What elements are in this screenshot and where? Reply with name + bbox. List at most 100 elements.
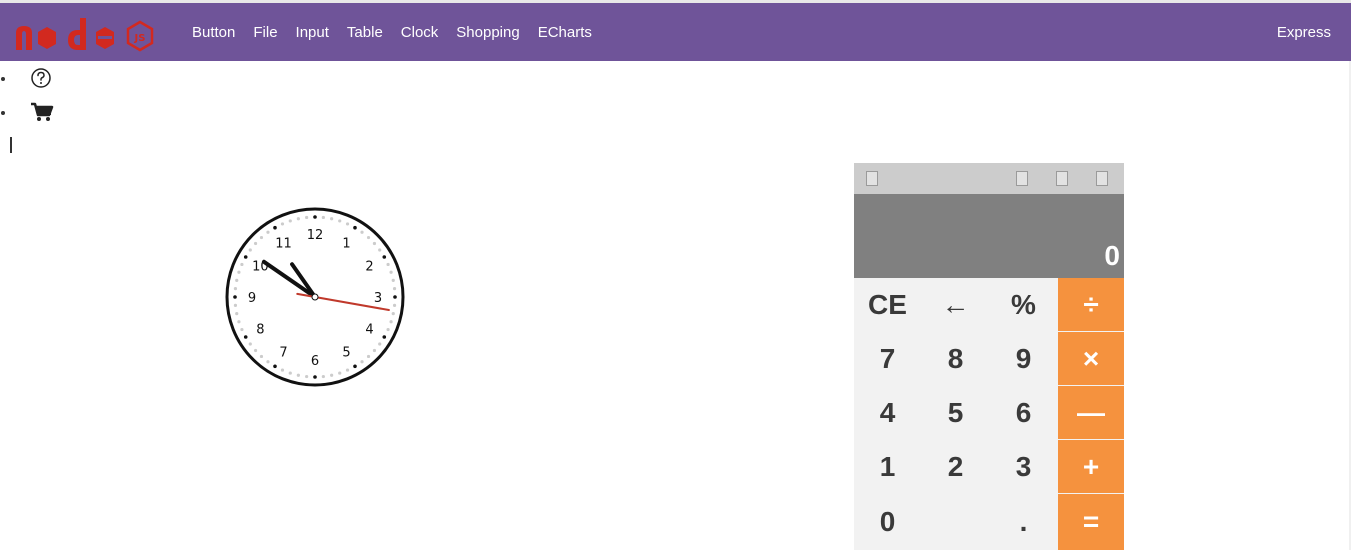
nav-link-table[interactable]: Table — [347, 24, 383, 41]
blank-key — [922, 494, 989, 550]
minute-tick — [386, 327, 390, 332]
multiply-button[interactable]: × — [1058, 332, 1124, 385]
digit-0-button[interactable]: 0 — [854, 494, 921, 550]
subtract-button[interactable]: — — [1058, 386, 1124, 439]
calculator-titlebar — [854, 163, 1124, 194]
clock-number: 6 — [311, 354, 319, 369]
bullet — [1, 111, 5, 115]
close-icon[interactable] — [1096, 171, 1108, 186]
hour-tick — [243, 335, 248, 339]
digit-3-button[interactable]: 3 — [990, 440, 1057, 493]
minute-tick — [235, 278, 239, 282]
minute-tick — [253, 241, 258, 246]
minute-tick — [248, 248, 252, 252]
minute-tick — [305, 374, 309, 379]
digit-9-button[interactable]: 9 — [990, 332, 1057, 385]
nav-link-clock[interactable]: Clock — [401, 24, 439, 41]
hour-tick — [243, 255, 248, 259]
nav-link-input[interactable]: Input — [296, 24, 329, 41]
clock-number: 12 — [307, 228, 324, 243]
clock-number: 9 — [248, 291, 256, 306]
hour-tick — [382, 255, 387, 259]
minute-tick — [296, 373, 300, 377]
minute-tick — [305, 215, 309, 220]
backspace-button[interactable]: ← — [922, 278, 989, 331]
minute-tick — [389, 320, 393, 324]
add-button[interactable]: + — [1058, 440, 1124, 493]
percent-button[interactable]: % — [990, 278, 1057, 331]
question-circle-icon[interactable] — [30, 67, 52, 89]
analog-clock: 121234567891011 — [225, 207, 405, 387]
navbar: JS Button File Input Table Clock Shoppin… — [0, 3, 1351, 61]
clock-number: 3 — [374, 291, 382, 306]
decimal-button[interactable]: . — [990, 494, 1057, 550]
minute-tick — [392, 303, 397, 307]
digit-8-button[interactable]: 8 — [922, 332, 989, 385]
clock-number: 7 — [279, 346, 287, 361]
text-cursor — [10, 137, 12, 153]
app-icon — [866, 171, 878, 186]
minute-tick — [338, 371, 342, 375]
minute-tick — [360, 230, 364, 234]
nav-link-express[interactable]: Express — [1277, 3, 1331, 61]
svg-text:JS: JS — [134, 33, 146, 44]
minute-tick — [366, 354, 371, 359]
minute-tick — [345, 222, 350, 226]
minute-tick — [330, 373, 334, 377]
nav-link-echarts[interactable]: ECharts — [538, 24, 592, 41]
clock-number: 2 — [365, 260, 373, 275]
nav-link-shopping[interactable]: Shopping — [456, 24, 519, 41]
hour-tick — [233, 295, 237, 299]
digit-5-button[interactable]: 5 — [922, 386, 989, 439]
nav-link-button[interactable]: Button — [192, 24, 235, 41]
hour-tick — [273, 364, 277, 369]
maximize-icon[interactable] — [1056, 171, 1068, 186]
minute-tick — [240, 327, 244, 332]
minute-tick — [233, 303, 238, 307]
minimize-icon[interactable] — [1016, 171, 1028, 186]
minute-tick — [266, 230, 270, 234]
minute-tick — [360, 360, 364, 364]
minute-tick — [338, 219, 342, 223]
clear-entry-button[interactable]: CE — [854, 278, 921, 331]
hour-tick — [273, 225, 277, 230]
digit-4-button[interactable]: 4 — [854, 386, 921, 439]
minute-tick — [372, 241, 377, 246]
minute-tick — [321, 215, 325, 220]
digit-7-button[interactable]: 7 — [854, 332, 921, 385]
clock-center — [311, 293, 319, 301]
digit-2-button[interactable]: 2 — [922, 440, 989, 493]
digit-1-button[interactable]: 1 — [854, 440, 921, 493]
minute-tick — [253, 348, 258, 353]
minute-tick — [391, 312, 395, 316]
clock-number: 4 — [365, 323, 373, 338]
minute-tick — [392, 287, 397, 291]
calculator: 0 CE ←% ÷ 7 8 9 × 4 5 6— 1 2 3 +0. = — [854, 163, 1124, 550]
hour-tick — [353, 364, 357, 369]
minute-tick — [296, 217, 300, 221]
minute-tick — [321, 374, 325, 379]
shopping-cart-icon[interactable] — [30, 101, 54, 123]
minute-tick — [288, 371, 292, 375]
minute-tick — [378, 248, 382, 252]
nav-links: Button File Input Table Clock Shopping E… — [192, 3, 610, 61]
minute-tick — [248, 342, 252, 346]
bullet — [1, 77, 5, 81]
digit-6-button[interactable]: 6 — [990, 386, 1057, 439]
minute-tick — [266, 360, 270, 364]
minute-tick — [237, 320, 241, 324]
nodejs-logo[interactable]: JS — [14, 16, 156, 52]
minute-tick — [366, 235, 371, 240]
divide-button[interactable]: ÷ — [1058, 278, 1124, 331]
hour-tick — [353, 225, 357, 230]
minute-tick — [372, 348, 377, 353]
clock-number: 11 — [275, 236, 292, 251]
hour-tick — [313, 375, 317, 379]
minute-tick — [237, 270, 241, 274]
display-value: 0 — [1104, 240, 1120, 271]
icon-list — [0, 64, 80, 132]
equals-button[interactable]: = — [1058, 494, 1124, 550]
list-item — [0, 64, 80, 98]
minute-tick — [259, 354, 264, 359]
nav-link-file[interactable]: File — [253, 24, 277, 41]
